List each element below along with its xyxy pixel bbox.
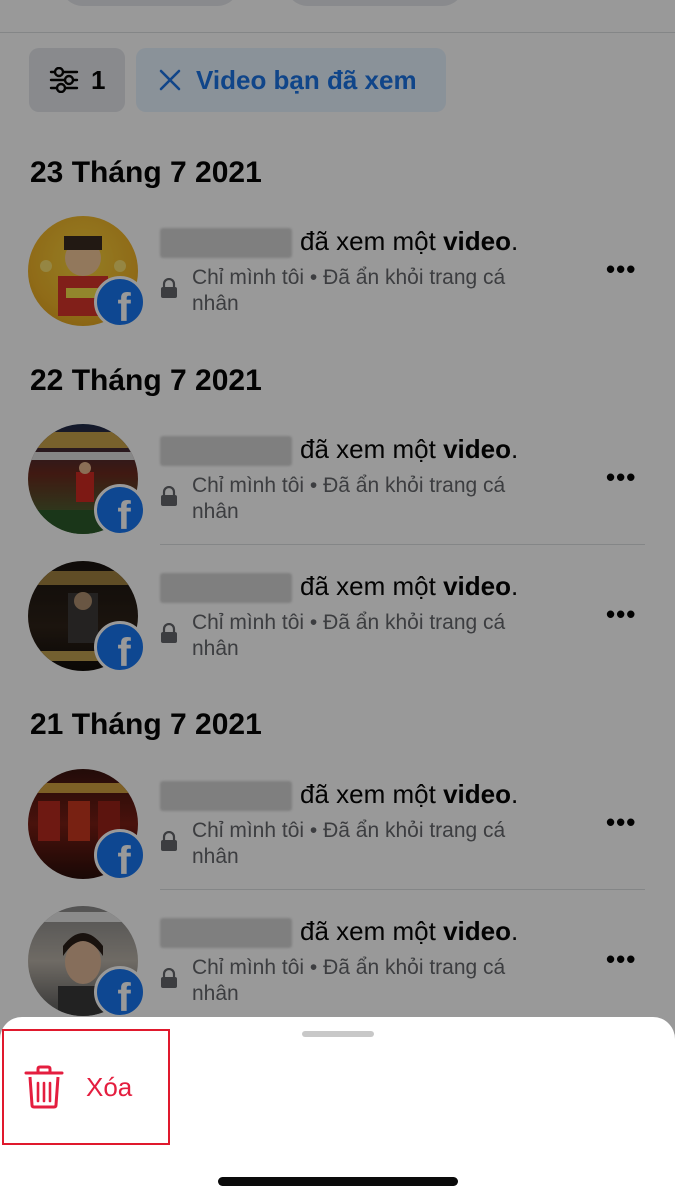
delete-label: Xóa bbox=[86, 1071, 133, 1102]
sheet-grabber[interactable] bbox=[302, 1031, 374, 1037]
delete-button[interactable]: Xóa bbox=[2, 1029, 170, 1145]
home-indicator[interactable] bbox=[218, 1177, 458, 1186]
bottom-sheet: Xóa bbox=[0, 1017, 675, 1200]
trash-icon bbox=[24, 1065, 64, 1109]
activity-log-page: 1 Video bạn đã xem 23 Tháng 7 2021 f đã … bbox=[0, 0, 675, 1200]
